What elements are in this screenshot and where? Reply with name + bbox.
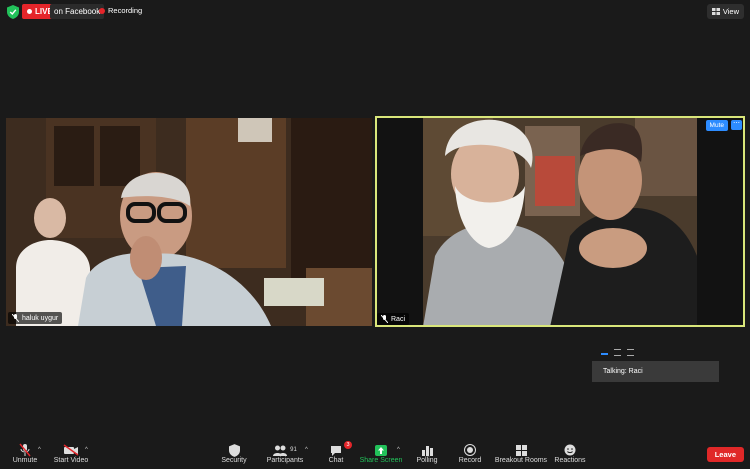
participants-icon — [273, 445, 288, 456]
record-button[interactable]: Record — [456, 443, 484, 464]
participant-name-tag: Raci — [377, 313, 410, 325]
reactions-smiley-icon — [564, 444, 576, 456]
shield-check-icon[interactable] — [7, 5, 19, 19]
participants-button[interactable]: 91 Participants — [265, 443, 305, 464]
polling-label: Polling — [416, 457, 438, 464]
chat-badge: 3 — [344, 441, 352, 449]
share-options-caret-icon[interactable]: ^ — [397, 447, 400, 453]
talking-label: Talking: Raci — [592, 361, 719, 382]
participant-name: Raci — [391, 315, 406, 323]
participant-name-tag: haluk uygur — [8, 312, 63, 324]
record-label: Record — [458, 457, 482, 464]
video-off-icon — [63, 444, 79, 456]
mute-button[interactable]: Mute — [705, 120, 728, 131]
participant-name: haluk uygur — [22, 314, 59, 322]
talking-indicator-panel: Talking: Raci — [592, 345, 719, 382]
leave-button[interactable]: Leave — [706, 447, 744, 462]
muted-microphone-icon — [19, 443, 31, 457]
participants-label: Participants — [266, 457, 304, 464]
chat-bubble-icon — [331, 445, 341, 456]
view-label: View — [722, 7, 739, 16]
participants-caret-icon[interactable]: ^ — [305, 447, 308, 453]
share-screen-label: Share Screen — [359, 457, 403, 464]
meeting-toolbar: Unmute ^ Start Video ^ Security 91 Parti… — [0, 440, 750, 469]
polling-chart-icon — [421, 445, 433, 456]
recording-indicator[interactable]: Recording — [99, 6, 142, 15]
breakout-rooms-icon — [515, 444, 527, 456]
thumbnail-view-icon[interactable] — [614, 349, 621, 356]
unmute-button[interactable]: Unmute — [8, 443, 42, 464]
unmute-label: Unmute — [12, 457, 38, 464]
minimize-view-icon[interactable] — [601, 353, 608, 358]
record-icon — [464, 444, 476, 456]
grid-view-icon — [711, 8, 720, 15]
participant-video — [6, 118, 372, 326]
chat-button[interactable]: 3 Chat — [324, 441, 352, 464]
video-tile-raci[interactable]: Mute ⋯ Raci — [375, 116, 745, 327]
participants-count: 91 — [290, 447, 297, 453]
chat-label: Chat — [328, 457, 344, 464]
live-target-label[interactable]: on Facebook — [50, 4, 105, 19]
view-button[interactable]: View — [706, 4, 744, 19]
speaker-view-icon[interactable] — [627, 349, 634, 356]
participant-video — [375, 116, 745, 327]
breakout-rooms-label: Breakout Rooms — [494, 457, 548, 464]
audio-options-caret-icon[interactable]: ^ — [38, 447, 41, 453]
more-options-icon[interactable]: ⋯ — [731, 120, 742, 130]
start-video-label: Start Video — [53, 457, 89, 464]
video-options-caret-icon[interactable]: ^ — [85, 447, 88, 453]
video-tile-haluk-uygur[interactable]: haluk uygur — [6, 118, 372, 326]
muted-mic-icon — [12, 314, 19, 322]
record-dot-icon — [99, 7, 105, 14]
security-button[interactable]: Security — [218, 443, 250, 464]
reactions-label: Reactions — [554, 457, 586, 464]
live-dot-icon — [27, 9, 32, 14]
muted-mic-icon — [381, 315, 388, 323]
reactions-button[interactable]: Reactions — [554, 443, 586, 464]
recording-label: Recording — [108, 6, 143, 15]
breakout-rooms-button[interactable]: Breakout Rooms — [494, 443, 548, 464]
polling-button[interactable]: Polling — [413, 443, 441, 464]
view-mode-switcher — [601, 349, 634, 358]
share-screen-icon — [375, 444, 387, 456]
security-shield-icon — [228, 443, 240, 457]
meeting-top-bar: LIVE on Facebook Recording View — [0, 0, 750, 26]
security-label: Security — [221, 457, 247, 464]
